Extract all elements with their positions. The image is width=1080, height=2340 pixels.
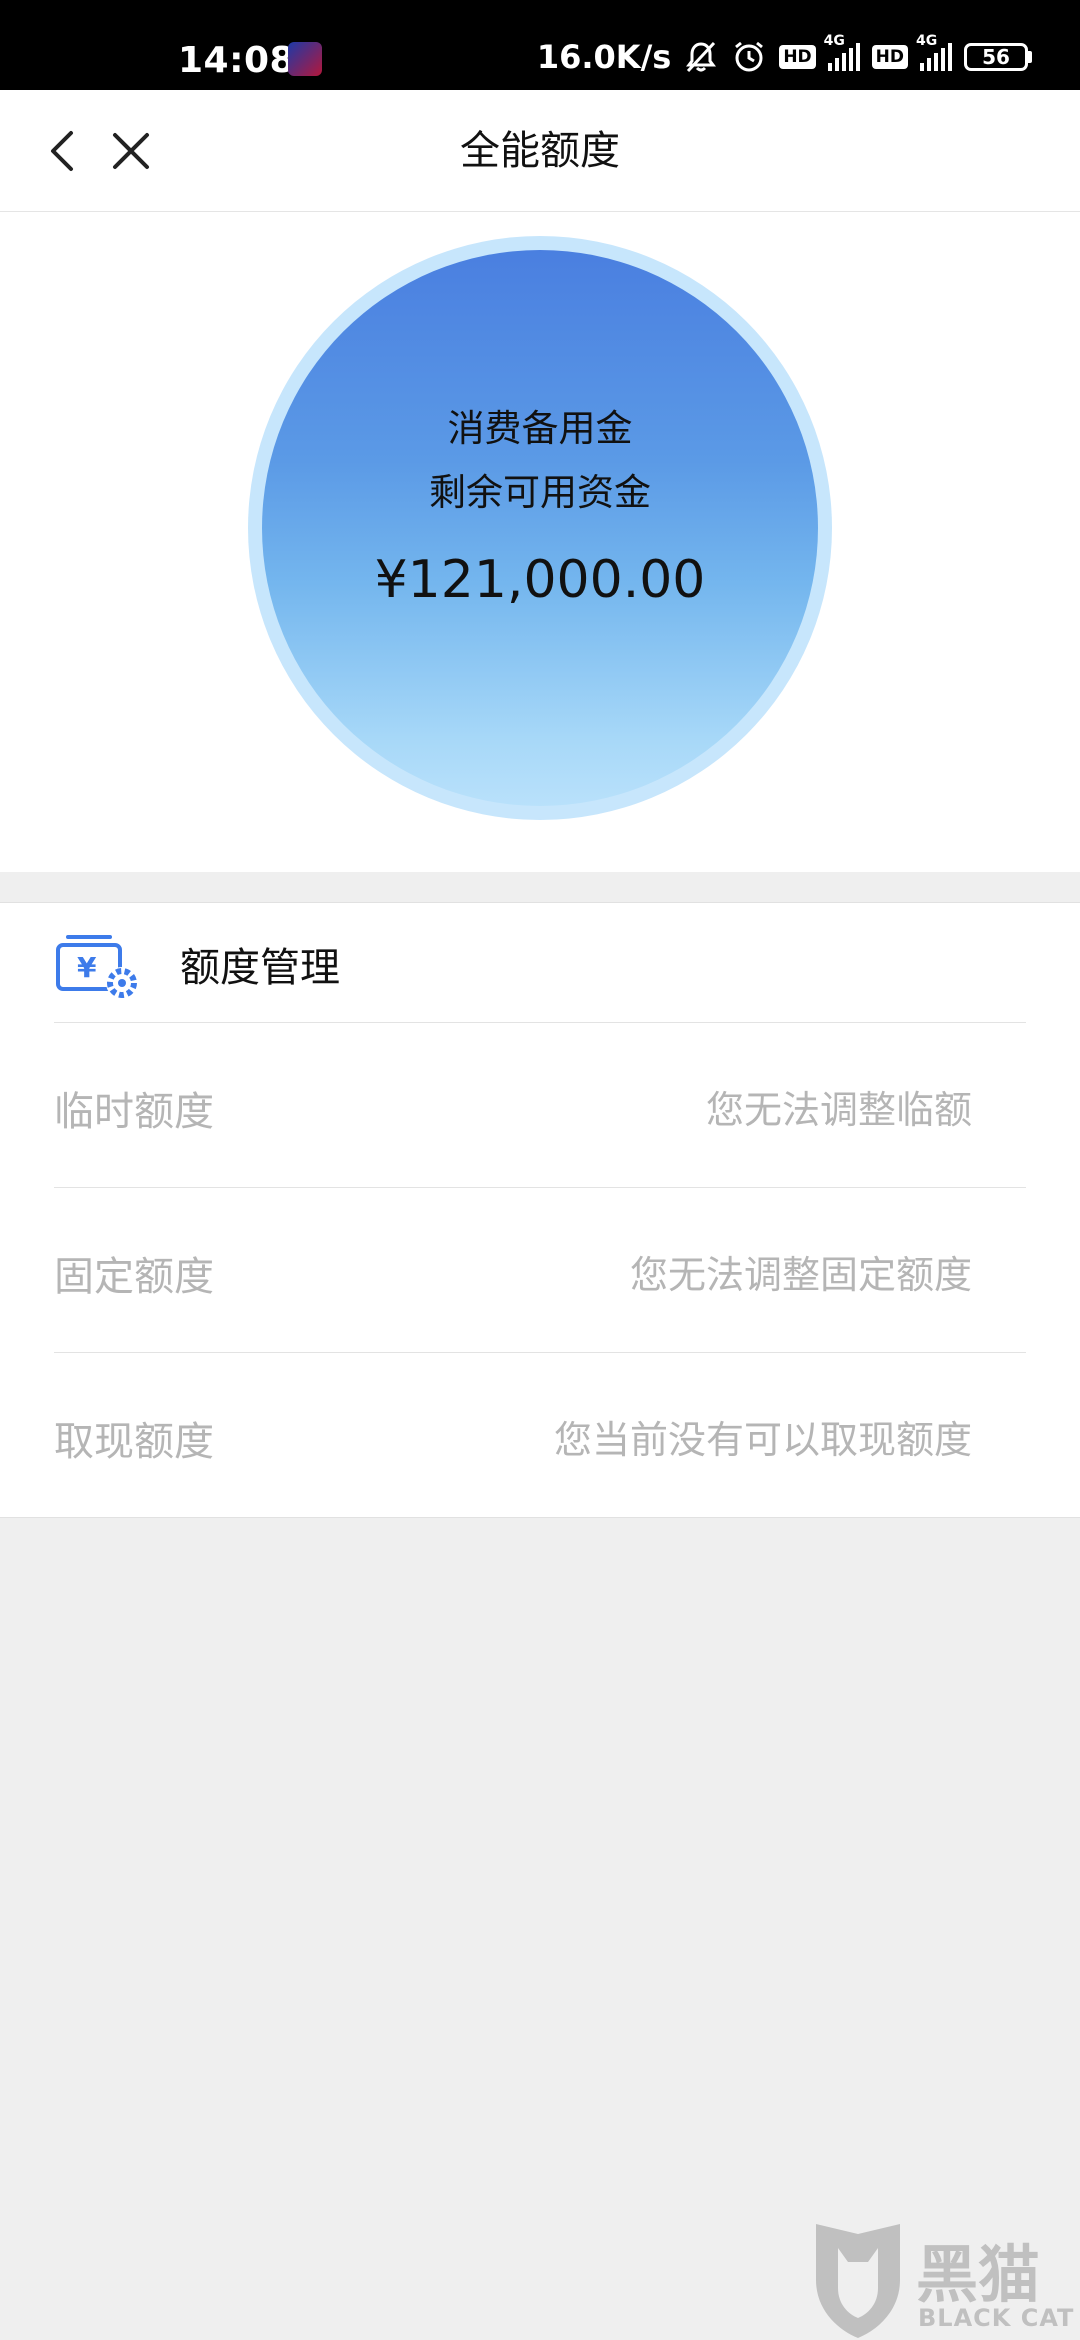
balance-circle-fill: 消费备用金 剩余可用资金 ¥121,000.00 (262, 250, 818, 806)
limit-management-card: ¥ 额度管理 临时额度 您无法调整临额 固定额度 您无法调整固定额度 取现额度 … (0, 902, 1080, 1518)
balance-circle: 消费备用金 剩余可用资金 ¥121,000.00 (248, 236, 832, 820)
balance-amount: ¥121,000.00 (374, 550, 706, 610)
network-type-1: 4G (823, 33, 845, 49)
battery-icon: 56 (964, 43, 1032, 71)
balance-category: 消费备用金 (447, 407, 633, 450)
hd-badge-1: HD (779, 45, 816, 69)
limit-row-label: 固定额度 (54, 1254, 214, 1300)
limit-row-cash[interactable]: 取现额度 您当前没有可以取现额度 (54, 1353, 1026, 1518)
notification-app-icon (288, 42, 322, 76)
limit-row-value: 您无法调整临额 (705, 1088, 972, 1132)
watermark-text-cn: 黑猫 (916, 2238, 1041, 2311)
back-button[interactable] (30, 118, 96, 184)
network-type-2: 4G (916, 33, 938, 49)
signal-icon-2: 4G (916, 33, 952, 71)
hd-badge-2: HD (871, 45, 908, 69)
limit-management-title: 额度管理 (180, 945, 340, 991)
nav-header: 全能额度 (0, 90, 1080, 212)
limit-row-label: 取现额度 (54, 1419, 214, 1465)
cat-shield-icon (816, 2224, 900, 2338)
limit-row-value: 您当前没有可以取现额度 (553, 1418, 972, 1462)
svg-text:¥: ¥ (77, 951, 97, 984)
mute-bell-icon (683, 39, 719, 75)
close-icon (113, 133, 149, 169)
signal-icon-1: 4G (824, 33, 860, 71)
limit-row-label: 临时额度 (54, 1089, 214, 1135)
watermark-text-en: BLACK CAT (918, 2304, 1075, 2332)
limit-management-header: ¥ 额度管理 (54, 903, 1026, 1023)
status-time: 14:08 (178, 40, 296, 81)
alarm-icon (731, 39, 767, 75)
blackcat-watermark: 黑猫 BLACK CAT (808, 2218, 1080, 2340)
close-button[interactable] (98, 118, 164, 184)
limit-row-temporary[interactable]: 临时额度 您无法调整临额 (54, 1023, 1026, 1188)
status-bar: 14:08 16.0K/s HD 4G HD 4G 56 (0, 0, 1080, 90)
status-icons: 16.0K/s HD 4G HD 4G 56 (536, 33, 1032, 76)
wallet-settings-icon: ¥ (56, 935, 138, 999)
limit-row-value: 您无法调整固定额度 (629, 1253, 972, 1297)
balance-label: 剩余可用资金 (429, 471, 651, 514)
balance-hero: 消费备用金 剩余可用资金 ¥121,000.00 (0, 212, 1080, 872)
battery-level: 56 (964, 43, 1028, 71)
network-speed: 16.0K/s (536, 38, 672, 76)
limit-row-fixed[interactable]: 固定额度 您无法调整固定额度 (54, 1188, 1026, 1353)
chevron-left-icon (51, 131, 73, 171)
